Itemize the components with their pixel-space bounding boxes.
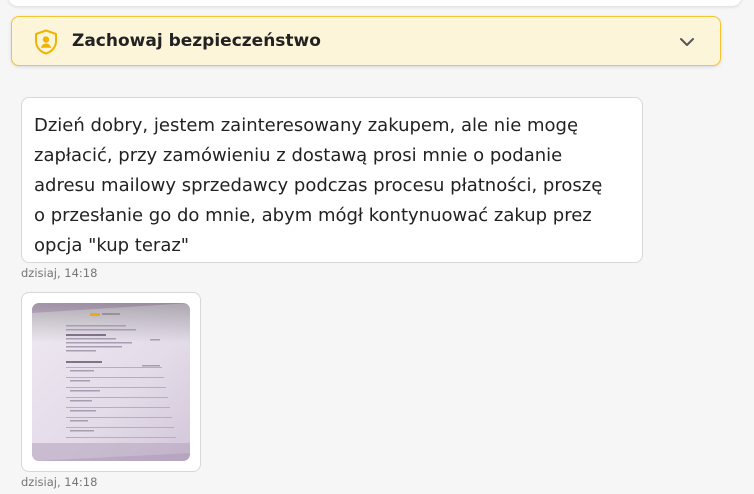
banner-title: Zachowaj bezpieczeństwo <box>72 31 321 51</box>
message-timestamp: dzisiaj, 14:18 <box>21 475 98 489</box>
chat-page: Zachowaj bezpieczeństwo Dzień dobry, jes… <box>0 0 754 494</box>
message-bubble-image[interactable] <box>21 292 201 472</box>
message-line: zapłacić, przy zamówieniu z dostawą pros… <box>34 145 563 166</box>
photo-of-laptop-screen-icon[interactable] <box>32 303 190 461</box>
message-text: Dzień dobry, jestem zainteresowany zakup… <box>34 111 630 261</box>
message-line: opcja "kup teraz" <box>34 235 190 256</box>
shield-person-icon <box>35 29 57 55</box>
message-bubble-text: Dzień dobry, jestem zainteresowany zakup… <box>21 97 643 263</box>
safety-banner[interactable]: Zachowaj bezpieczeństwo <box>11 16 721 66</box>
message-line: adresu mailowy sprzedawcy podczas proces… <box>34 175 603 196</box>
message-line: Dzień dobry, jestem zainteresowany zakup… <box>34 115 579 136</box>
previous-card-edge <box>8 0 742 6</box>
message-timestamp: dzisiaj, 14:18 <box>21 266 98 280</box>
chevron-down-icon[interactable] <box>678 33 696 51</box>
message-line: o przesłanie go do mnie, abym mógł konty… <box>34 205 592 226</box>
